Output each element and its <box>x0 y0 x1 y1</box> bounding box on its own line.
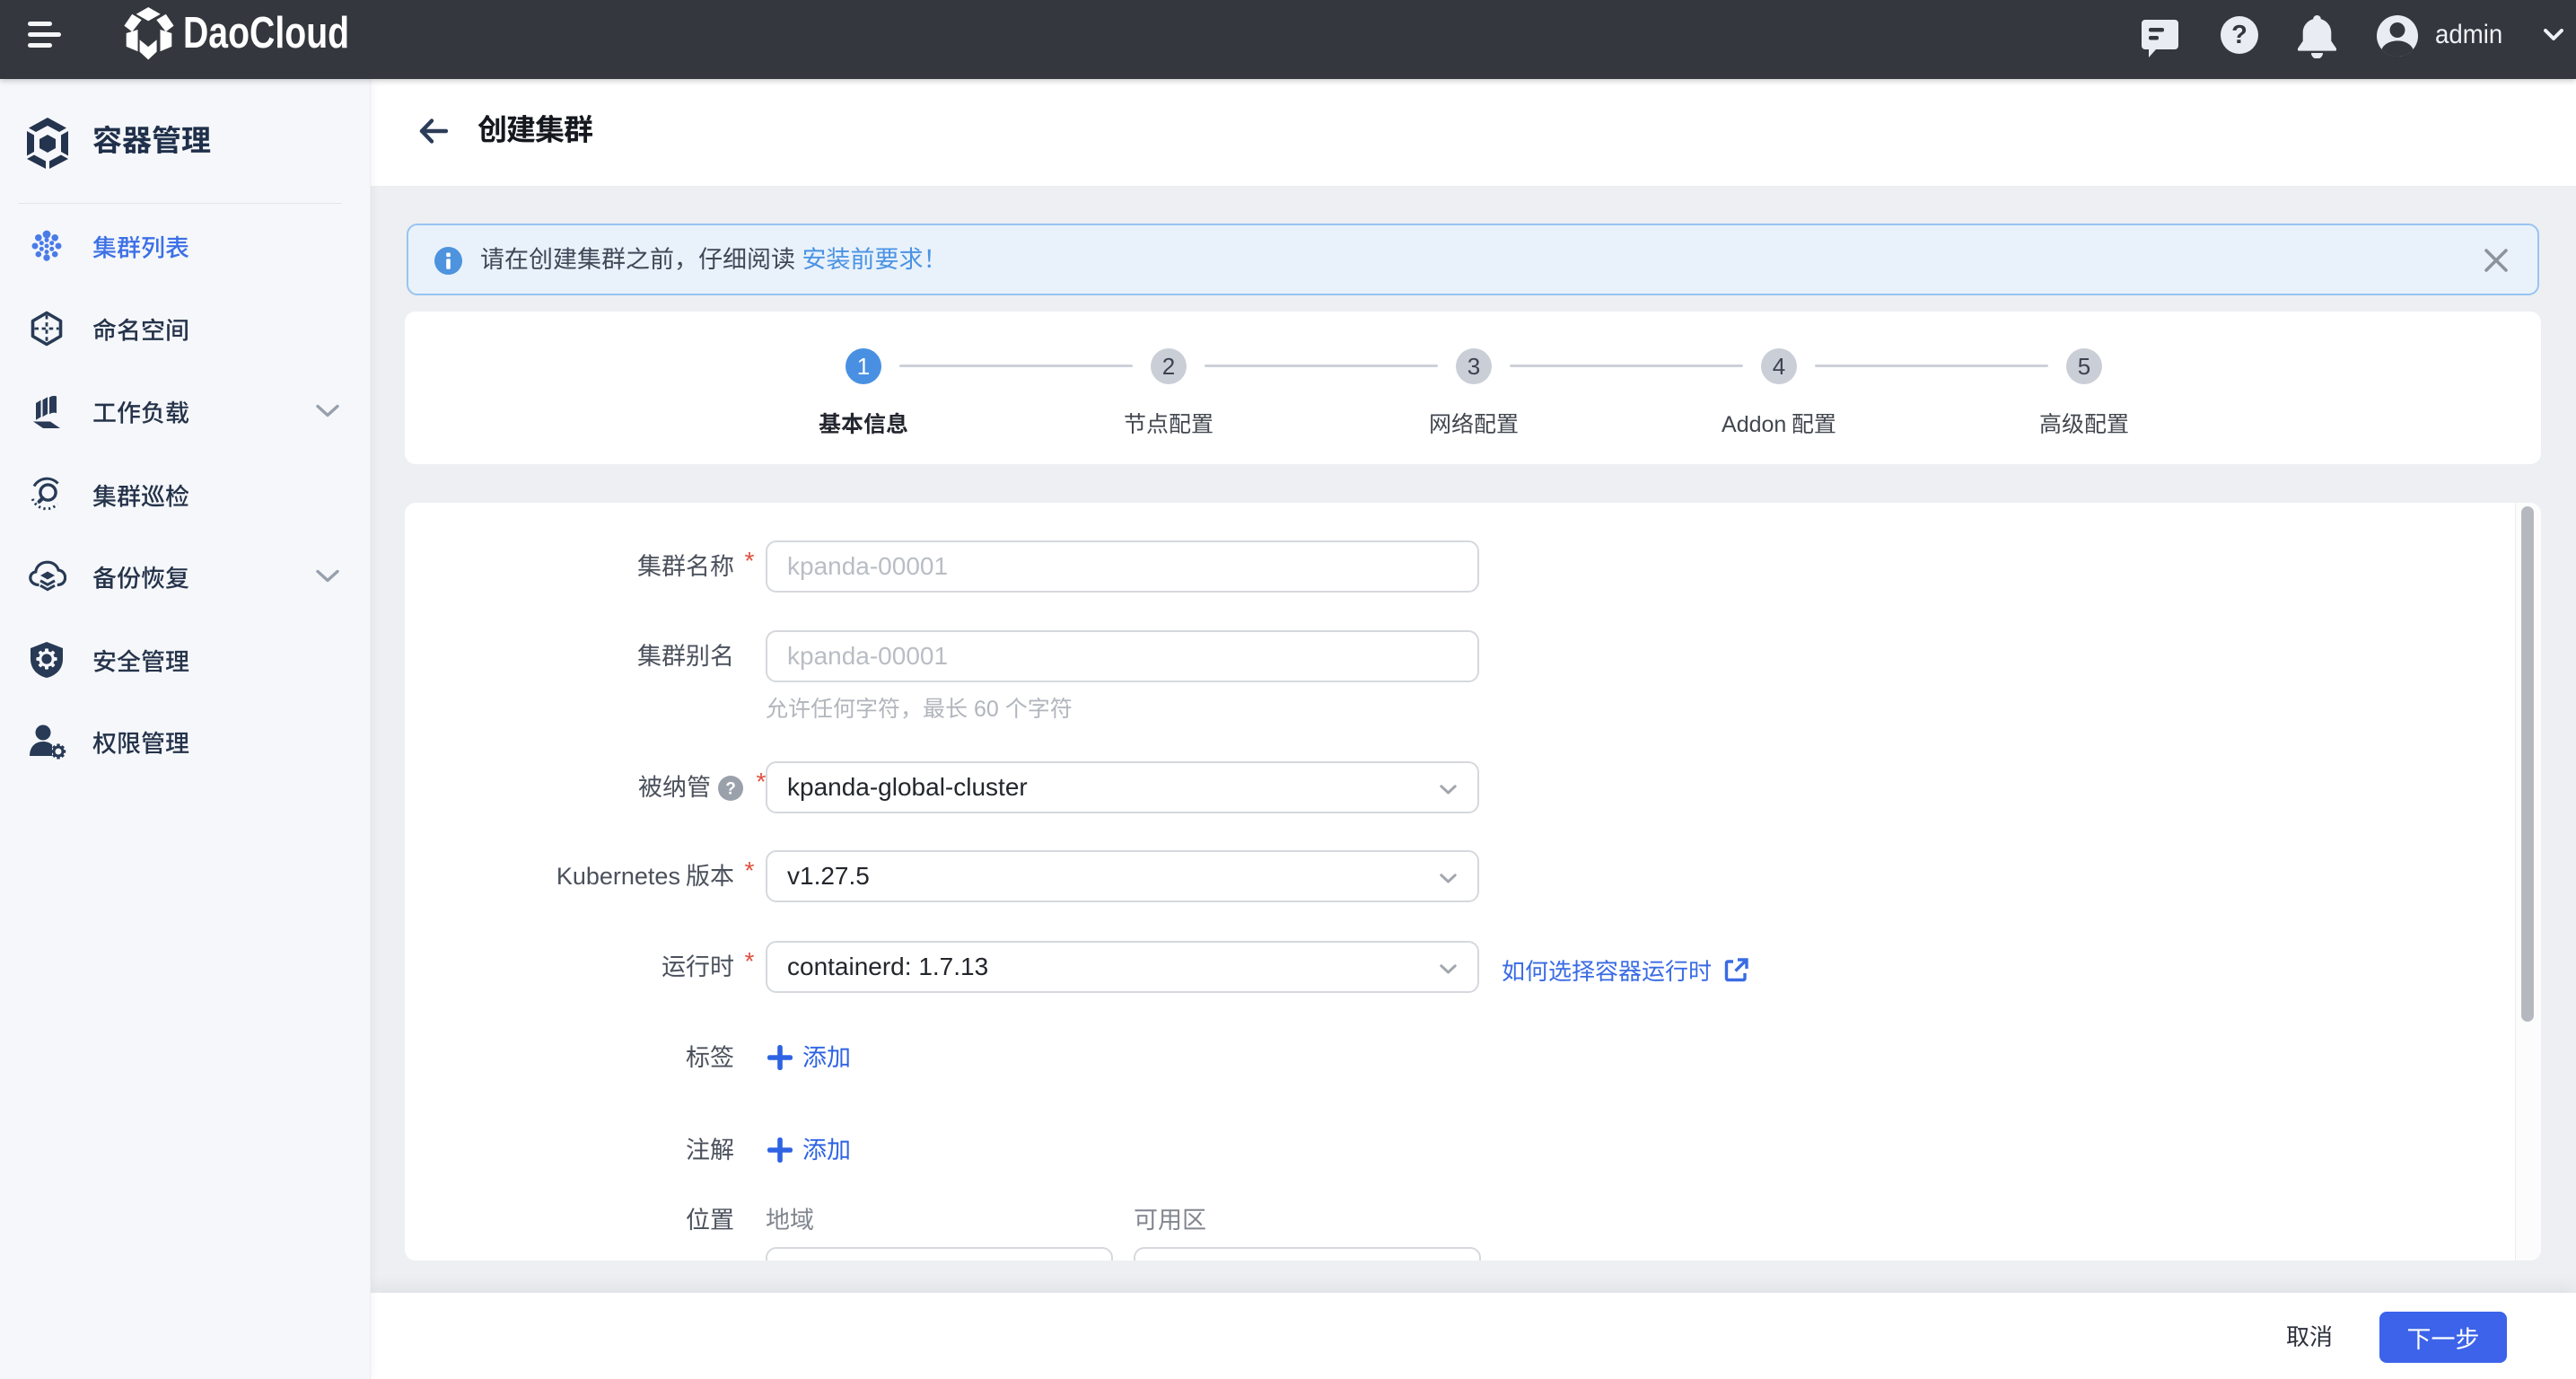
svg-text:?: ? <box>2231 21 2247 49</box>
svg-text:?: ? <box>725 780 736 799</box>
